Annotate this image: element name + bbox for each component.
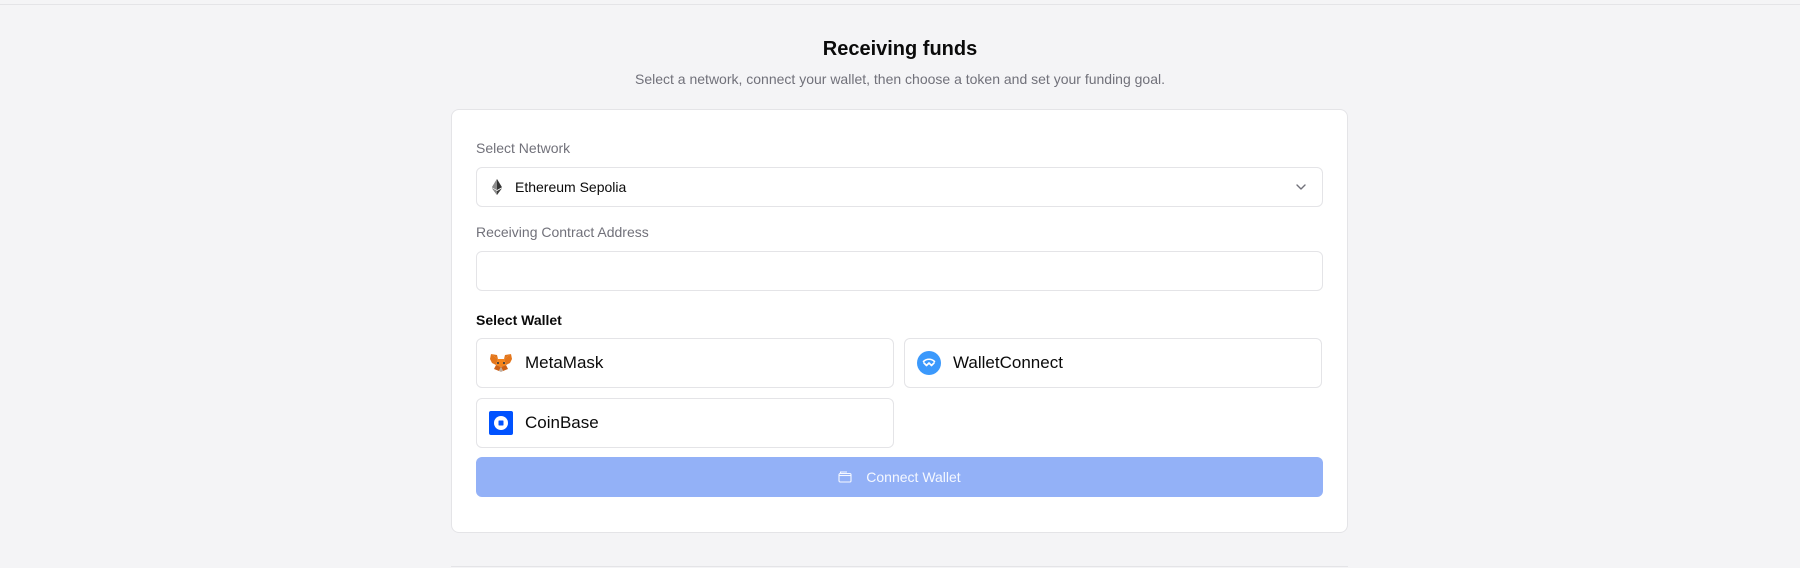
walletconnect-wallet-option[interactable]: WalletConnect: [904, 338, 1322, 388]
network-label: Select Network: [476, 140, 571, 156]
walletconnect-icon: [917, 351, 941, 375]
contract-address-input[interactable]: [476, 251, 1323, 291]
page-title: Receiving funds: [822, 38, 978, 60]
network-selected-value: Ethereum Sepolia: [515, 179, 627, 195]
coinbase-label: CoinBase: [525, 413, 599, 432]
wallet-icon: [838, 471, 852, 483]
connect-wallet-label: Connect Wallet: [866, 469, 961, 485]
metamask-fox-icon: [489, 351, 513, 375]
chevron-down-icon: [1294, 180, 1308, 194]
metamask-wallet-option[interactable]: MetaMask: [476, 338, 894, 388]
coinbase-wallet-option[interactable]: CoinBase: [476, 398, 894, 448]
connect-wallet-button[interactable]: Connect Wallet: [476, 457, 1323, 497]
next-section-divider: [451, 566, 1348, 567]
funding-form-card: Select Network Ethereum Sepolia Receivin…: [451, 109, 1348, 533]
network-select[interactable]: Ethereum Sepolia: [476, 167, 1323, 207]
top-divider: [0, 4, 1800, 5]
metamask-label: MetaMask: [525, 353, 604, 372]
page-header: Receiving funds Select a network, connec…: [0, 36, 1800, 88]
page-subtitle: Select a network, connect your wallet, t…: [635, 71, 1165, 87]
walletconnect-label: WalletConnect: [953, 353, 1063, 372]
wallet-section-label: Select Wallet: [476, 312, 562, 328]
contract-address-label: Receiving Contract Address: [476, 224, 649, 240]
ethereum-icon: [491, 178, 503, 196]
coinbase-icon: [489, 411, 513, 435]
